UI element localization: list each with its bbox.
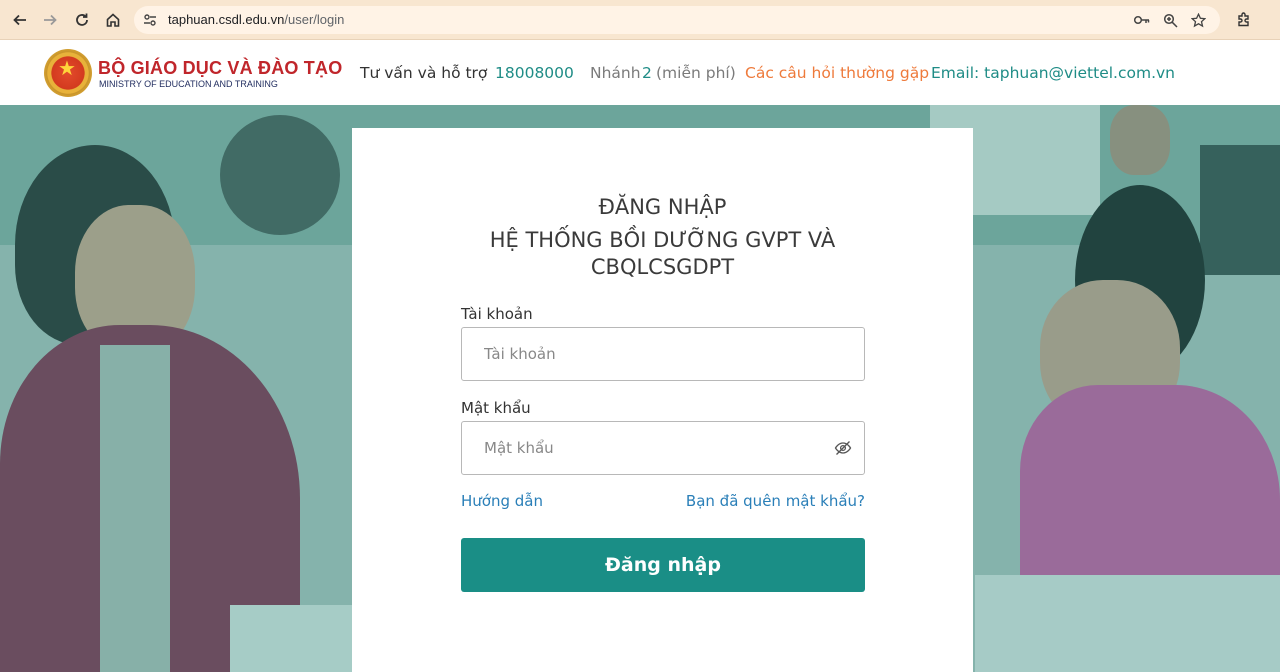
url-text: taphuan.csdl.edu.vn/user/login — [168, 12, 344, 27]
toggle-password-visibility-icon[interactable] — [834, 439, 852, 457]
password-field[interactable] — [461, 421, 865, 475]
system-title-line1: HỆ THỐNG BỒI DƯỠNG GVPT VÀ — [489, 228, 836, 252]
branch-note: (miễn phí) — [656, 64, 736, 82]
forgot-password-link[interactable]: Bạn đã quên mật khẩu? — [686, 492, 865, 510]
org-title[interactable]: BỘ GIÁO DỤC VÀ ĐÀO TẠO — [98, 58, 342, 79]
faq-link[interactable]: Các câu hỏi thường gặp — [745, 64, 929, 82]
branch-prefix: Nhánh — [590, 64, 641, 82]
account-input[interactable] — [462, 328, 864, 380]
extensions-icon[interactable] — [1232, 8, 1256, 32]
password-label: Mật khẩu — [461, 399, 531, 417]
login-button[interactable]: Đăng nhập — [461, 538, 865, 592]
key-icon[interactable] — [1132, 10, 1152, 30]
account-field[interactable] — [461, 327, 865, 381]
url-host: taphuan.csdl.edu.vn — [168, 12, 285, 27]
emblem-star-icon: ★ — [58, 58, 76, 80]
forward-icon[interactable] — [38, 8, 62, 32]
password-input[interactable] — [462, 422, 864, 474]
system-title-line2: CBQLCSGDPT — [590, 255, 735, 279]
address-bar[interactable]: taphuan.csdl.edu.vn/user/login — [134, 6, 1220, 34]
hotline-number[interactable]: 18008000 — [495, 64, 574, 82]
home-icon[interactable] — [101, 8, 125, 32]
star-icon[interactable] — [1188, 10, 1208, 30]
support-label: Tư vấn và hỗ trợ — [360, 64, 488, 82]
reload-icon[interactable] — [70, 8, 94, 32]
browser-toolbar: taphuan.csdl.edu.vn/user/login — [0, 0, 1280, 40]
branch-number: 2 — [642, 64, 652, 82]
site-info-icon[interactable] — [140, 10, 160, 30]
guide-link[interactable]: Hướng dẫn — [461, 492, 543, 510]
login-card: ĐĂNG NHẬP HỆ THỐNG BỒI DƯỠNG GVPT VÀ CBQ… — [352, 128, 973, 672]
zoom-icon[interactable] — [1160, 10, 1180, 30]
org-subtitle: MINISTRY OF EDUCATION AND TRAINING — [99, 79, 278, 89]
support-email[interactable]: Email: taphuan@viettel.com.vn — [931, 64, 1175, 82]
url-path: /user/login — [284, 12, 345, 27]
site-header: ★ BỘ GIÁO DỤC VÀ ĐÀO TẠO MINISTRY OF EDU… — [0, 41, 1280, 105]
back-icon[interactable] — [8, 8, 32, 32]
account-label: Tài khoản — [461, 305, 533, 323]
login-title: ĐĂNG NHẬP — [598, 195, 727, 219]
